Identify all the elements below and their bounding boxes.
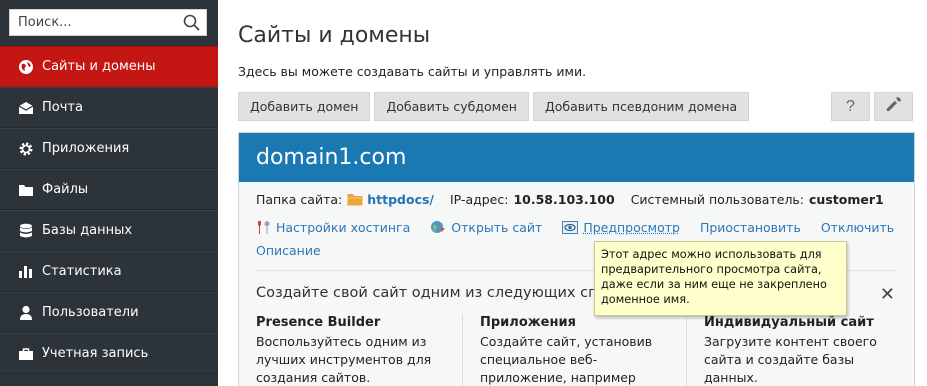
open-site-link[interactable]: Открыть сайт <box>430 219 542 235</box>
open-site-icon <box>430 219 446 235</box>
page-title: Сайты и домены <box>238 23 431 48</box>
search-input[interactable] <box>10 10 180 35</box>
briefcase-icon <box>17 345 34 362</box>
main-content: Сайты и домены Здесь вы можете создавать… <box>218 0 927 386</box>
sidebar-item-applications[interactable]: Приложения <box>0 128 218 169</box>
sidebar-item-label: Учетная запись <box>42 346 149 361</box>
tooltip-text: даже если за ним еще не закреплено <box>601 278 827 291</box>
add-subdomain-button[interactable]: Добавить субдомен <box>374 92 529 121</box>
ip-label: IP-адрес: <box>449 192 509 207</box>
option-text: приложение, например <box>480 370 636 385</box>
folder-label: Папка сайта: <box>256 192 343 207</box>
system-user-label: Системный пользователь: <box>630 192 805 207</box>
hosting-settings-label: Настройки хостинга <box>276 219 411 235</box>
sidebar: Сайты и домены Почта Приложения Файлы Ба… <box>0 0 218 386</box>
globe-icon <box>17 58 34 75</box>
preview-link[interactable]: Предпросмотр <box>562 220 680 235</box>
ip-address: 10.58.103.100 <box>513 192 615 207</box>
sidebar-item-account[interactable]: Учетная запись <box>0 333 218 374</box>
toolbar: Добавить домен Добавить субдомен Добавит… <box>238 92 750 121</box>
sidebar-item-label: Пользователи <box>42 305 139 320</box>
mail-icon <box>17 99 34 116</box>
preview-icon <box>562 220 579 234</box>
option-text: специальное веб- <box>480 352 598 367</box>
sidebar-item-label: Приложения <box>42 141 130 156</box>
open-site-label: Открыть сайт <box>451 219 543 235</box>
settings-button[interactable] <box>874 92 913 121</box>
folder-link[interactable]: httpdocs/ <box>347 192 434 207</box>
add-domain-button[interactable]: Добавить домен <box>238 92 371 121</box>
option-title: Индивидуальный сайт <box>704 315 874 330</box>
tooltip-text: доменное имя. <box>601 293 690 306</box>
wrench-icon <box>886 96 902 117</box>
sidebar-item-label: Файлы <box>42 182 89 197</box>
system-user: customer1 <box>809 192 884 207</box>
domain-info: Папка сайта: httpdocs/ IP-адрес: 10.58.1… <box>256 192 884 207</box>
search-box <box>9 9 207 36</box>
column-divider <box>686 314 687 386</box>
folder-path: httpdocs/ <box>367 192 434 207</box>
close-icon[interactable]: ✕ <box>880 284 895 305</box>
option-text: лучших инструментов для <box>256 352 432 367</box>
disable-link[interactable]: Отключить <box>821 220 894 235</box>
suspend-link[interactable]: Приостановить <box>700 220 801 235</box>
sidebar-item-sites[interactable]: Сайты и домены <box>0 46 218 87</box>
hosting-settings-link[interactable]: Настройки хостинга <box>256 220 410 235</box>
sidebar-nav: Сайты и домены Почта Приложения Файлы Ба… <box>0 46 218 374</box>
option-title: Приложения <box>480 315 576 330</box>
option-applications[interactable]: Приложения Создайте сайт, установив спец… <box>480 314 680 386</box>
description-link[interactable]: Описание <box>256 243 321 258</box>
option-text: данных. <box>704 370 758 385</box>
tooltip-text: предварительного просмотра сайта, <box>601 263 822 276</box>
page-description: Здесь вы можете создавать сайты и управл… <box>238 64 587 79</box>
tooltip-text: Этот адрес можно использовать для <box>601 248 822 261</box>
folder-icon <box>347 193 363 206</box>
sidebar-item-users[interactable]: Пользователи <box>0 292 218 333</box>
gear-icon <box>17 140 34 157</box>
option-presence-builder[interactable]: Presence Builder Воспользуйтесь одним из… <box>256 314 456 386</box>
sidebar-item-label: Статистика <box>42 264 122 279</box>
create-site-heading: Создайте свой сайт одним из следующих сп… <box>256 285 615 301</box>
sidebar-item-label: Почта <box>42 100 83 115</box>
option-text: Создайте сайт, установив <box>480 334 653 349</box>
option-text: сайта и создайте базы <box>704 352 855 367</box>
sidebar-item-databases[interactable]: Базы данных <box>0 210 218 251</box>
help-button[interactable]: ? <box>831 92 870 121</box>
user-icon <box>17 304 34 321</box>
sidebar-item-mail[interactable]: Почта <box>0 87 218 128</box>
option-text: создания сайтов. <box>256 370 371 385</box>
option-title: Presence Builder <box>256 315 381 330</box>
column-divider <box>462 314 463 386</box>
sidebar-item-files[interactable]: Файлы <box>0 169 218 210</box>
preview-label: Предпросмотр <box>583 219 680 235</box>
option-text: Воспользуйтесь одним из <box>256 334 427 349</box>
sidebar-item-label: Сайты и домены <box>42 59 156 74</box>
database-icon <box>17 222 34 239</box>
domain-name[interactable]: domain1.com <box>239 133 914 182</box>
tools-icon <box>256 220 271 235</box>
sidebar-item-label: Базы данных <box>42 223 133 238</box>
option-custom-site[interactable]: Индивидуальный сайт Загрузите контент св… <box>704 314 904 386</box>
bar-chart-icon <box>17 263 34 280</box>
add-domain-alias-button[interactable]: Добавить псевдоним домена <box>532 92 750 121</box>
option-text: Загрузите контент своего <box>704 334 877 349</box>
domain-actions: Настройки хостинга Открыть сайт Предпрос… <box>256 219 914 235</box>
folder-icon <box>17 181 34 198</box>
preview-tooltip: Этот адрес можно использовать для предва… <box>594 241 847 316</box>
sidebar-item-statistics[interactable]: Статистика <box>0 251 218 292</box>
search-icon[interactable] <box>182 13 202 33</box>
